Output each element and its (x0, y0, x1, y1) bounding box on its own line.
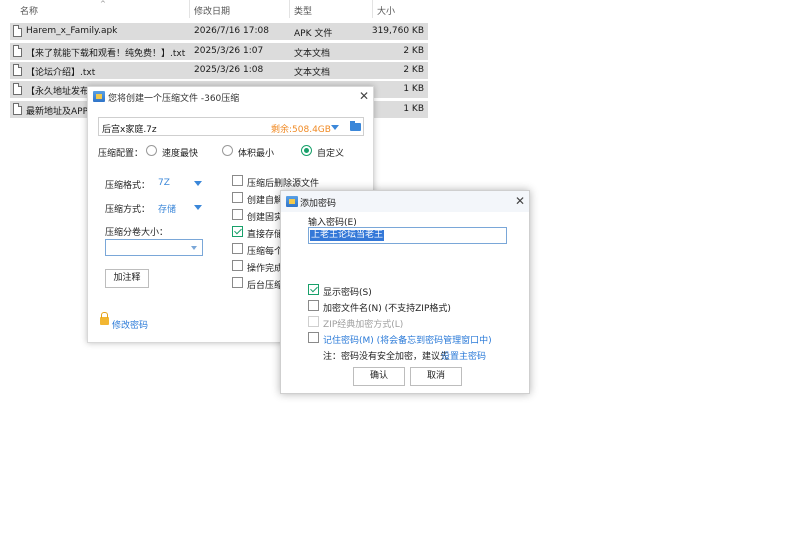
zip-classic-checkbox (308, 316, 319, 327)
option-store-label: 直接存储 (247, 230, 284, 240)
file-icon (13, 25, 22, 37)
folder-icon[interactable] (350, 121, 361, 131)
column-header-type[interactable]: 类型 (294, 4, 312, 17)
file-date: 2026/7/16 17:08 (194, 26, 269, 36)
password-dialog-titlebar[interactable]: 添加密码 ✕ (281, 191, 529, 212)
option-checkbox-checked[interactable] (232, 226, 243, 237)
add-password-dialog: 添加密码 ✕ 输入密码(E) 上老王论坛当老王 显示密码(S) 加密文件名(N)… (280, 190, 530, 394)
file-row[interactable]: Harem_x_Family.apk 2026/7/16 17:08 APK 文… (10, 23, 428, 40)
set-master-password-link[interactable]: 设置主密码 (441, 349, 486, 362)
column-divider[interactable] (372, 0, 373, 18)
encrypt-filenames-checkbox[interactable] (308, 300, 319, 311)
option-delete-source-label: 压缩后删除源文件 (247, 179, 320, 189)
file-type: APK 文件 (294, 29, 333, 39)
column-header-name[interactable]: 名称 (20, 4, 38, 17)
format-label: 压缩格式： (105, 181, 151, 191)
password-input[interactable]: 上老王论坛当老王 (308, 227, 507, 244)
column-divider[interactable] (289, 0, 290, 18)
free-space-label: 剩余:508.4GB (271, 125, 331, 135)
mode-fastest-radio[interactable] (146, 145, 157, 156)
chevron-down-icon[interactable] (194, 205, 202, 210)
remember-password-checkbox[interactable] (308, 332, 319, 343)
volume-size-select[interactable] (105, 239, 203, 256)
column-divider[interactable] (189, 0, 190, 18)
method-select[interactable]: 存储 (158, 202, 176, 215)
option-checkbox[interactable] (232, 277, 243, 288)
option-after-done-label: 操作完成 (247, 264, 284, 274)
file-name: 【永久地址发布 (26, 87, 88, 97)
output-path-field[interactable]: 后宫x家庭.7z 剩余:508.4GB (98, 117, 364, 136)
change-password-link[interactable]: 修改密码 (112, 318, 148, 331)
option-self-extract-label: 创建自解 (247, 196, 284, 206)
option-background-label: 后台压缩 (247, 281, 284, 291)
cancel-button[interactable]: 取消 (410, 367, 462, 386)
password-dialog-title: 添加密码 (300, 199, 337, 209)
remember-password-label[interactable]: 记住密码(M) (将会备忘到密码管理窗口中) (323, 333, 492, 346)
file-date: 2025/3/26 1:07 (194, 46, 264, 56)
lock-icon (100, 312, 109, 325)
file-icon (13, 45, 22, 57)
method-label: 压缩方式： (105, 205, 151, 215)
security-note: 注：密码没有安全加密，建议先 (323, 352, 450, 362)
archive-app-icon (93, 91, 105, 102)
option-checkbox[interactable] (232, 175, 243, 186)
file-name: 最新地址及APP (26, 107, 88, 117)
chevron-down-icon[interactable] (191, 246, 197, 250)
file-name: 【论坛介绍】.txt (26, 68, 96, 78)
confirm-button[interactable]: 确认 (353, 367, 405, 386)
file-icon (13, 83, 22, 95)
option-checkbox[interactable] (232, 209, 243, 220)
column-header-date[interactable]: 修改日期 (194, 4, 230, 17)
file-size: 319,760 KB (371, 26, 424, 36)
file-row[interactable]: 【论坛介绍】.txt 2025/3/26 1:08 文本文档 2 KB (10, 62, 428, 79)
file-type: 文本文档 (294, 49, 331, 59)
file-icon (13, 64, 22, 76)
config-label: 压缩配置： (98, 149, 144, 159)
column-header-size[interactable]: 大小 (377, 4, 395, 17)
mode-smallest-label: 体积最小 (238, 149, 275, 159)
show-password-checkbox[interactable] (308, 284, 319, 295)
chevron-down-icon[interactable] (194, 181, 202, 186)
chevron-down-icon[interactable] (331, 125, 339, 130)
mode-custom-label: 自定义 (317, 149, 345, 159)
mode-fastest-label: 速度最快 (162, 149, 199, 159)
option-checkbox[interactable] (232, 243, 243, 254)
file-name: Harem_x_Family.apk (26, 26, 118, 36)
show-password-label: 显示密码(S) (323, 288, 372, 298)
volume-size-label: 压缩分卷大小： (105, 228, 169, 238)
mode-custom-radio[interactable] (301, 145, 312, 156)
sort-ascending-icon: ^ (100, 0, 106, 8)
password-text-selected: 上老王论坛当老王 (310, 230, 385, 241)
file-icon (13, 103, 22, 115)
archive-app-icon (286, 196, 298, 207)
encrypt-filenames-label: 加密文件名(N) (不支持ZIP格式) (323, 304, 451, 314)
format-select[interactable]: 7Z (158, 178, 170, 188)
option-checkbox[interactable] (232, 192, 243, 203)
file-size: 2 KB (403, 65, 424, 75)
zip-classic-label: ZIP经典加密方式(L) (323, 320, 404, 330)
compress-dialog-titlebar[interactable]: 您将创建一个压缩文件 -360压缩 ✕ (88, 87, 373, 107)
option-checkbox[interactable] (232, 260, 243, 271)
option-each-label: 压缩每个 (247, 247, 284, 257)
file-size: 1 KB (403, 84, 424, 94)
add-comment-button[interactable]: 加注释 (105, 269, 149, 288)
file-name: 【来了就能下载和观看！纯免费！】.txt (26, 49, 186, 59)
close-icon[interactable]: ✕ (515, 194, 525, 208)
file-size: 2 KB (403, 46, 424, 56)
close-icon[interactable]: ✕ (359, 89, 369, 103)
file-row[interactable]: 【来了就能下载和观看！纯免费！】.txt 2025/3/26 1:07 文本文档… (10, 43, 428, 60)
mode-smallest-radio[interactable] (222, 145, 233, 156)
compress-dialog-title: 您将创建一个压缩文件 -360压缩 (108, 94, 240, 104)
file-date: 2025/3/26 1:08 (194, 65, 264, 75)
file-type: 文本文档 (294, 68, 331, 78)
archive-filename: 后宫x家庭.7z (102, 125, 157, 135)
option-solid-label: 创建固实 (247, 213, 284, 223)
file-size: 1 KB (403, 104, 424, 114)
